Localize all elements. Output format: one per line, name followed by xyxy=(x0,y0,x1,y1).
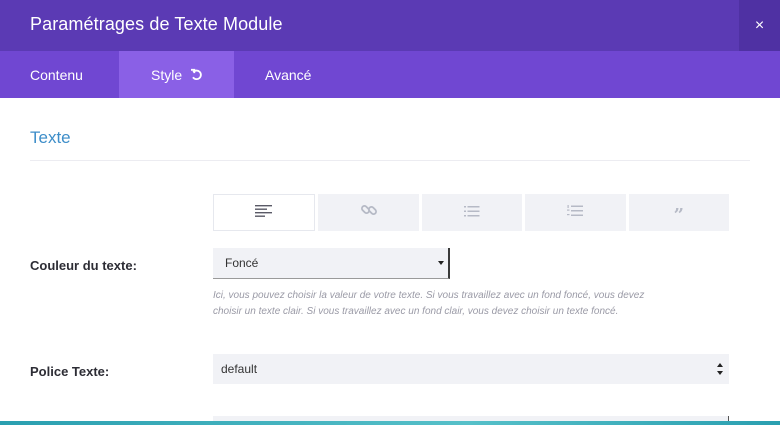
tab-contenu[interactable]: Contenu xyxy=(0,51,119,98)
tab-label: Avancé xyxy=(265,66,312,83)
select-arrows-icon xyxy=(717,363,723,375)
numbered-list-button[interactable] xyxy=(525,194,626,231)
bullet-list-button[interactable] xyxy=(421,194,523,231)
text-color-select[interactable]: Foncé xyxy=(213,248,450,279)
blockquote-button[interactable]: ” xyxy=(628,194,730,231)
font-value: default xyxy=(221,362,258,376)
font-select[interactable]: default xyxy=(213,354,729,384)
align-left-icon xyxy=(255,204,273,222)
text-color-value: Foncé xyxy=(225,256,259,270)
tab-style[interactable]: Style xyxy=(119,51,234,98)
dropdown-caret-icon xyxy=(438,261,444,265)
tab-label: Style xyxy=(151,66,183,83)
text-color-help: Ici, vous pouvez choisir la valeur de vo… xyxy=(213,290,645,317)
section-title: Texte xyxy=(30,128,71,147)
font-label: Police Texte: xyxy=(30,364,110,379)
bullet-list-icon xyxy=(464,204,480,222)
modal-title: Paramétrages de Texte Module xyxy=(30,14,283,34)
text-format-toolbar: ” xyxy=(213,194,730,231)
tab-bar: Contenu Style Avancé xyxy=(0,51,780,98)
text-color-label: Couleur du texte: xyxy=(30,258,137,273)
link-icon xyxy=(360,201,378,224)
reset-icon[interactable] xyxy=(190,68,203,81)
close-button[interactable]: × xyxy=(739,0,780,51)
tab-label: Contenu xyxy=(30,66,83,83)
section-divider xyxy=(30,160,750,161)
tab-avance[interactable]: Avancé xyxy=(234,51,311,98)
modal-header: Paramétrages de Texte Module × xyxy=(0,0,780,51)
close-icon: × xyxy=(754,16,765,34)
link-button[interactable] xyxy=(318,194,419,231)
bottom-accent-bar xyxy=(0,421,780,425)
quote-icon: ” xyxy=(673,204,684,226)
align-left-button[interactable] xyxy=(213,194,316,231)
numbered-list-icon xyxy=(567,204,584,222)
